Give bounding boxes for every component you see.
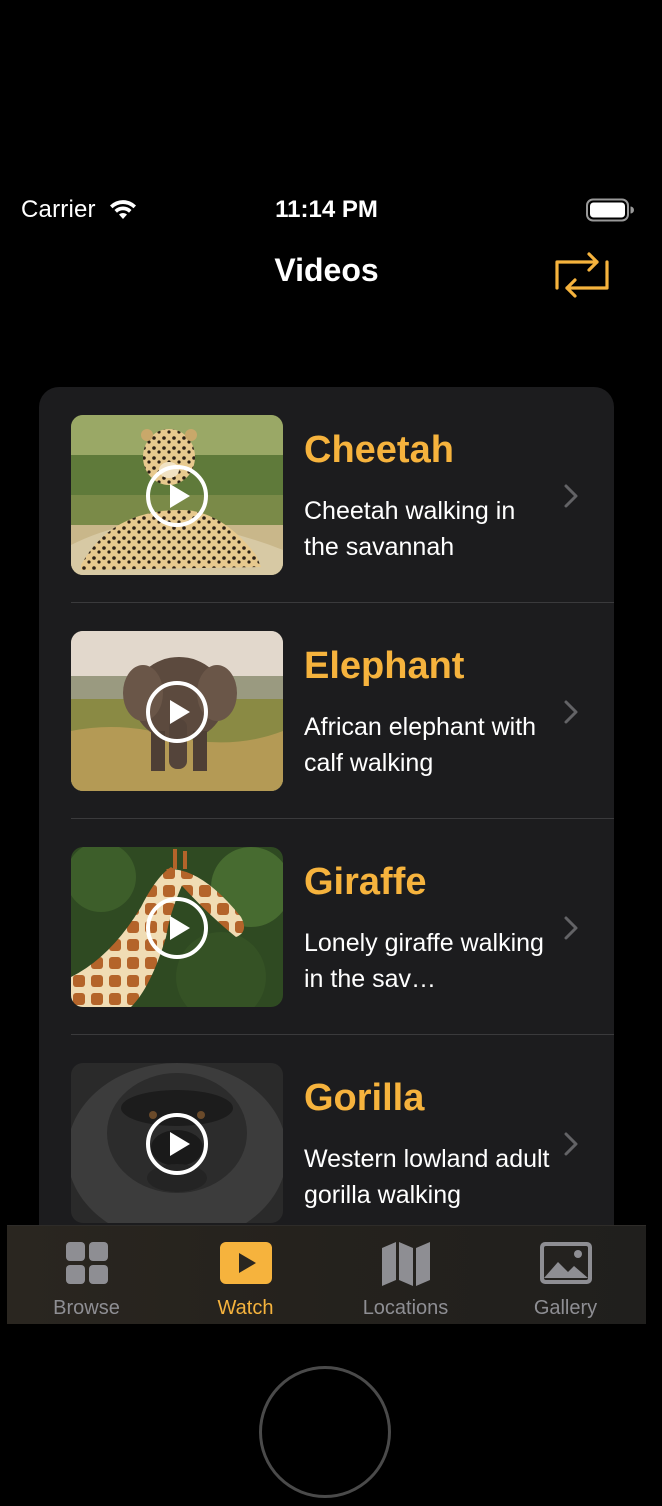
status-time: 11:14 PM [275,196,378,223]
video-title: Giraffe [304,861,427,903]
video-title: Gorilla [304,1077,425,1119]
tab-locations[interactable]: Locations [326,1226,485,1324]
tab-label: Gallery [533,1297,598,1319]
grid-icon [65,1242,108,1284]
play-icon [146,897,208,959]
chevron-right-icon [564,484,578,508]
play-icon [146,681,208,743]
video-row-giraffe[interactable]: Giraffe Lonely giraffe walking in the sa… [39,819,614,1035]
chevron-right-icon [564,916,578,940]
tab-label: Browse [53,1297,120,1319]
video-thumbnail [71,631,283,791]
video-row-elephant[interactable]: Elephant African elephant with calf walk… [39,603,614,819]
tab-gallery[interactable]: Gallery [486,1226,645,1324]
tab-browse[interactable]: Browse [7,1226,166,1324]
play-icon [146,465,208,527]
play-rectangle-icon [219,1242,272,1284]
video-description: African elephant with calf walking [304,713,537,777]
chevron-right-icon [564,700,578,724]
photo-icon [539,1242,592,1284]
tab-bar: Browse Watch Locations Gallery [7,1225,646,1324]
map-icon [381,1242,430,1286]
video-thumbnail [71,1063,283,1223]
tab-label: Watch [217,1297,274,1319]
video-title: Cheetah [304,429,454,471]
video-thumbnail [71,847,283,1007]
tab-watch[interactable]: Watch [166,1226,325,1324]
device: Carrier 11:14 PM Videos Cheetah Cheetah … [0,0,662,1506]
tab-label: Locations [362,1297,449,1319]
video-list: Cheetah Cheetah walking in the savannah [39,387,614,1324]
status-bar: Carrier 11:14 PM [7,192,646,228]
video-row-cheetah[interactable]: Cheetah Cheetah walking in the savannah [39,387,614,603]
page-title: Videos [274,252,379,288]
video-title: Elephant [304,645,465,687]
arrows-swap-icon[interactable] [553,252,611,298]
chevron-right-icon [564,1132,578,1156]
video-description: Cheetah walking in the savannah [304,497,516,561]
video-description: Lonely giraffe walking in the sav… [304,929,544,993]
video-thumbnail [71,415,283,575]
screen: Carrier 11:14 PM Videos Cheetah Cheetah … [7,170,646,1324]
video-description: Western lowland adult gorilla walking [304,1145,550,1209]
video-row-gorilla[interactable]: Gorilla Western lowland adult gorilla wa… [39,1035,614,1251]
play-icon [146,1113,208,1175]
home-button[interactable] [259,1366,391,1498]
battery-icon [586,198,634,222]
